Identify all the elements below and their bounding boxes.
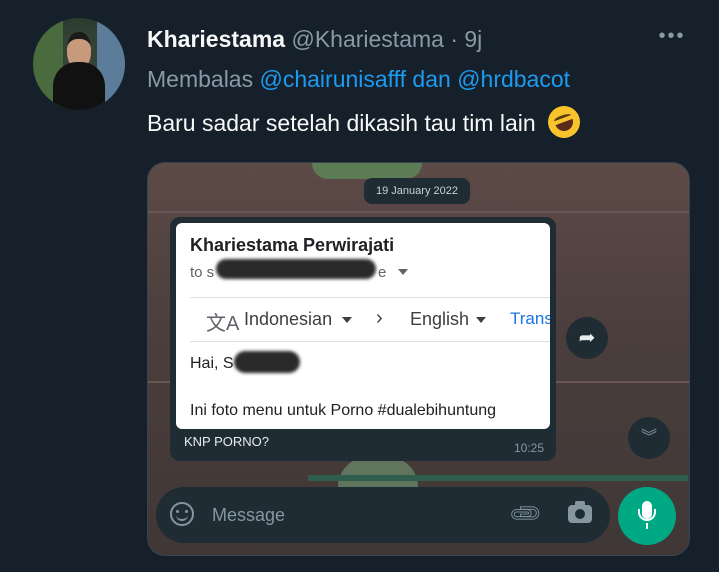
divider	[190, 297, 550, 298]
email-body: Ini foto menu untuk Porno #dualebihuntun…	[190, 402, 497, 419]
translate-to-language: English	[410, 309, 470, 329]
email-screenshot: Khariestama Perwirajati to s e 文A Indone…	[176, 223, 550, 429]
translate-icon: 文A	[206, 313, 240, 335]
chevron-down-icon	[398, 269, 408, 275]
microphone-stand	[646, 523, 648, 529]
redaction-scribble	[234, 351, 300, 373]
wallpaper-band	[308, 475, 688, 481]
redaction-scribble	[216, 259, 376, 279]
separator-dot: ·	[450, 26, 458, 52]
tweet-header: Khariestama @Khariestama · 9j	[147, 24, 482, 54]
reply-mentions-link[interactable]: @chairunisafff dan @hrdbacot	[260, 66, 571, 92]
microphone-icon	[638, 501, 656, 521]
avatar-body	[53, 62, 105, 110]
message-caption: KNP PORNO?	[184, 434, 270, 449]
scroll-down-icon: ︾	[628, 417, 670, 459]
attachment-icon: 📎︎	[506, 494, 545, 533]
avatar[interactable]	[33, 18, 125, 110]
more-options-icon[interactable]: •••	[656, 24, 688, 48]
reply-prefix: Membalas	[147, 66, 254, 92]
rolling-laughing-emoji-icon	[543, 101, 585, 143]
message-input-bar: Message 📎︎	[156, 487, 610, 543]
translate-button: Trans	[510, 309, 550, 328]
tweet-time[interactable]: 9j	[464, 26, 482, 52]
message-timestamp: 10:25	[513, 441, 544, 455]
microphone-button	[618, 487, 676, 545]
user-handle[interactable]: @Khariestama	[291, 26, 443, 52]
forward-icon: ➦	[566, 317, 608, 359]
tweet-text: Baru sadar setelah dikasih tau tim lain	[147, 101, 585, 143]
message-input-placeholder: Message	[212, 505, 286, 525]
wallpaper-plant	[312, 163, 422, 179]
display-name[interactable]: Khariestama	[147, 26, 285, 52]
email-greeting: Hai, S	[190, 355, 234, 372]
date-pill: 19 January 2022	[364, 178, 470, 204]
camera-icon	[568, 501, 592, 523]
wallpaper-line	[148, 211, 689, 213]
reply-context: Membalas @chairunisafff dan @hrdbacot	[147, 64, 570, 94]
chevron-right-icon: ›	[376, 307, 383, 329]
email-to-suffix: e	[378, 264, 387, 281]
email-sender: Khariestama Perwirajati	[190, 235, 395, 255]
chevron-down-icon	[476, 317, 486, 323]
message-bubble[interactable]: Khariestama Perwirajati to s e 文A Indone…	[170, 217, 556, 461]
emoji-icon	[170, 502, 194, 526]
translate-from-language: Indonesian	[244, 309, 333, 329]
divider	[190, 341, 550, 342]
chevron-down-icon	[342, 317, 352, 323]
tweet-media-image[interactable]: 19 January 2022 Khariestama Perwirajati …	[147, 162, 690, 556]
tweet-body: Baru sadar setelah dikasih tau tim lain	[147, 110, 536, 136]
email-to-label: to s	[190, 264, 215, 281]
